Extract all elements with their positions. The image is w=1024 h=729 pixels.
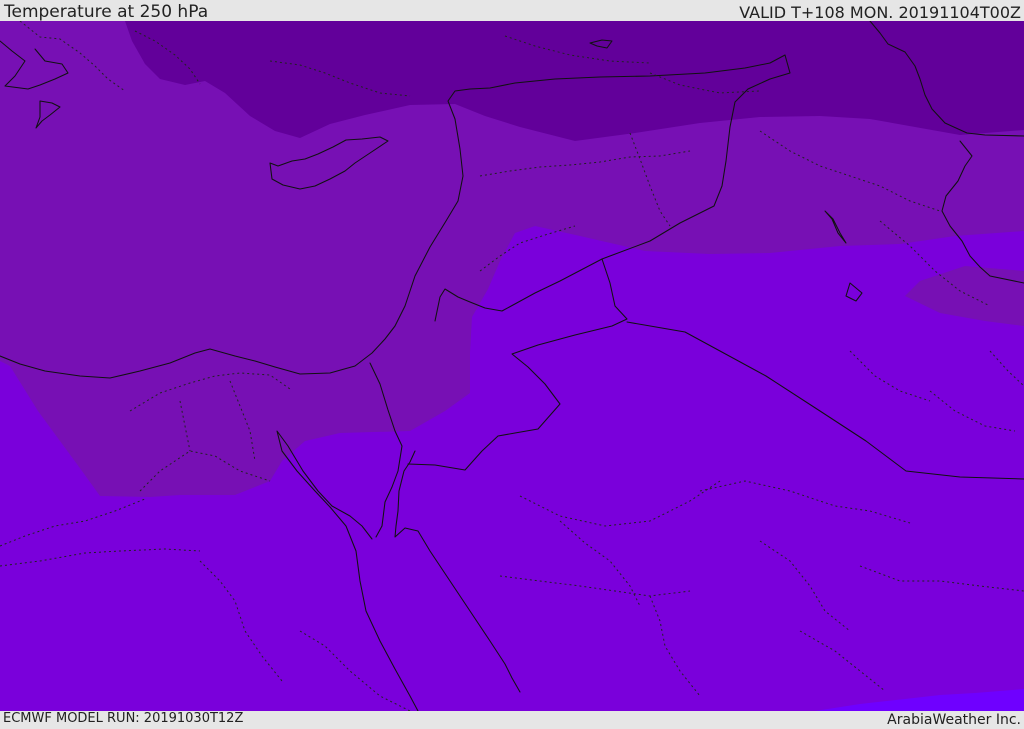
credit-label: ArabiaWeather Inc. xyxy=(887,712,1021,728)
map-footer: ECMWF MODEL RUN: 20191030T12Z ArabiaWeat… xyxy=(0,711,1024,729)
map-title: Temperature at 250 hPa xyxy=(4,2,209,22)
map-header: Temperature at 250 hPa VALID T+108 MON. … xyxy=(0,0,1024,21)
model-run-label: ECMWF MODEL RUN: 20191030T12Z xyxy=(3,711,244,726)
map-canvas[interactable] xyxy=(0,21,1024,711)
valid-time-label: VALID T+108 MON. 20191104T00Z xyxy=(739,3,1021,22)
temperature-map-svg xyxy=(0,21,1024,711)
weather-map-frame: Temperature at 250 hPa VALID T+108 MON. … xyxy=(0,0,1024,729)
